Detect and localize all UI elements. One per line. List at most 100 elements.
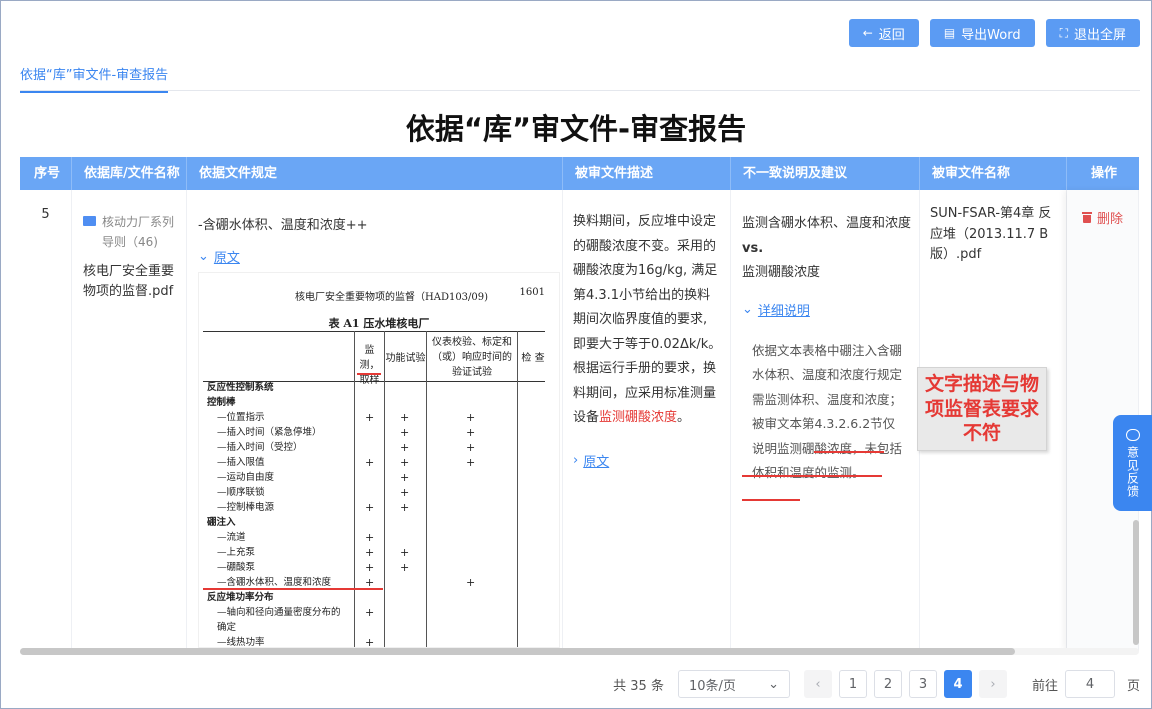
cell-rule: -含硼水体积、温度和浓度++ ⌄ 原文 核电厂安全重要物项的监督（HAD103/… xyxy=(187,190,563,651)
scan-col-function: 功能试验 xyxy=(385,353,426,364)
cell-index: 5 xyxy=(20,190,72,651)
plus-mark: + xyxy=(466,576,476,589)
feedback-label: 意见反馈 xyxy=(1125,446,1140,498)
plus-mark: + xyxy=(400,441,410,454)
scrollbar-thumb[interactable] xyxy=(1133,520,1139,645)
plus-mark: + xyxy=(466,426,476,439)
plus-mark: + xyxy=(365,456,375,469)
horizontal-scrollbar[interactable] xyxy=(20,648,1139,655)
chevron-down-icon: ⌄ xyxy=(742,301,753,317)
chat-icon xyxy=(1125,429,1140,441)
cell-description: 换料期间，反应堆中设定的硼酸浓度不变。采用的硼酸浓度为16g/kg, 满足第4.… xyxy=(563,190,731,651)
plus-mark: + xyxy=(400,546,410,559)
page-button[interactable]: 1 xyxy=(838,670,867,698)
scan-row: —插入时间（受控） xyxy=(217,442,303,453)
page-size-select[interactable]: 10条/页 ⌄ xyxy=(677,670,790,698)
folder-icon xyxy=(83,216,96,226)
scan-row: —硼酸泵 xyxy=(217,562,256,573)
scan-col-monitor: 监测， 取样 xyxy=(359,345,380,386)
library-folder[interactable]: 核动力厂系列导则（46) xyxy=(83,212,176,252)
header-library: 依据库/文件名称 xyxy=(72,157,187,190)
scan-row: 硼注入 xyxy=(207,517,236,528)
detail-highlight xyxy=(742,498,800,501)
scrollbar-thumb[interactable] xyxy=(20,648,1015,655)
rule-original-toggle[interactable]: ⌄ 原文 xyxy=(198,247,552,266)
annotation-callout: 文字描述与物项监督表要求不符 xyxy=(917,367,1047,451)
header-index: 序号 xyxy=(20,157,72,190)
back-label: 返回 xyxy=(878,27,905,43)
plus-mark: + xyxy=(466,441,476,454)
delete-label: 删除 xyxy=(1097,212,1124,227)
detail-explanation: 依据文本表格中硼注入含硼水体积、温度和浓度行规定需监测体积、温度和浓度；被审文本… xyxy=(742,328,912,501)
chevron-down-icon: ⌄ xyxy=(768,676,779,692)
page-jump-input[interactable]: 4 xyxy=(1064,670,1115,698)
page-button[interactable]: 2 xyxy=(873,670,902,698)
arrow-left-icon: ← xyxy=(862,26,873,40)
pagination: 共 35 条 10条/页 ⌄ ‹ 1 2 3 4 › 前往 4 页 xyxy=(613,670,1140,698)
chevron-right-icon: › xyxy=(573,452,579,468)
header-inconsistency: 不一致说明及建议 xyxy=(731,157,920,190)
description-toggle-label: 原文 xyxy=(583,454,610,470)
plus-mark: + xyxy=(365,411,375,424)
scan-row: —插入限值 xyxy=(217,457,265,468)
exit-fullscreen-button[interactable]: ⛶ 退出全屏 xyxy=(1045,19,1140,47)
suggestion-vs: vs. xyxy=(742,240,764,256)
feedback-button[interactable]: 意见反馈 xyxy=(1113,415,1152,511)
export-word-button[interactable]: ▤ 导出Word xyxy=(929,19,1035,47)
plus-mark: + xyxy=(466,456,476,469)
plus-mark: + xyxy=(400,411,410,424)
scan-row: 反应性控制系统 xyxy=(207,382,274,393)
cell-inconsistency: 监测含硼水体积、温度和浓度 vs. 监测硼酸浓度 ⌄ 详细说明 依据文本表格中硼… xyxy=(731,190,920,651)
plus-mark: + xyxy=(400,501,410,514)
detail-highlight xyxy=(814,450,884,453)
jump-suffix: 页 xyxy=(1126,678,1140,694)
description-highlight: 监测硼酸浓度 xyxy=(599,410,678,425)
reviewed-document-name: SUN-FSAR-第4章 反应堆（2013.11.7 B版）.pdf xyxy=(930,206,1052,262)
scan-rule xyxy=(517,331,518,647)
suggestion-line-2: 监测硼酸浓度 xyxy=(742,265,821,280)
fullscreen-exit-icon: ⛶ xyxy=(1059,25,1068,40)
row-index: 5 xyxy=(41,207,50,222)
description-original-toggle[interactable]: › 原文 xyxy=(573,451,722,470)
original-document-scan: 核电厂安全重要物项的监督（HAD103/09) 1601 表 A1 压水堆核电厂… xyxy=(198,272,560,648)
jump-label: 前往 xyxy=(1031,678,1058,694)
chevron-down-icon: ⌄ xyxy=(198,249,209,264)
delete-button[interactable]: 删除 xyxy=(1082,208,1138,227)
document-icon: ▤ xyxy=(943,26,956,40)
detail-toggle[interactable]: ⌄ 详细说明 xyxy=(742,300,911,319)
exit-fullscreen-label: 退出全屏 xyxy=(1073,27,1126,43)
scan-highlight xyxy=(357,373,381,375)
scan-rule xyxy=(203,331,545,332)
description-body: 换料期间，反应堆中设定的硼酸浓度不变。采用的硼酸浓度为16g/kg, 满足第4.… xyxy=(573,214,722,425)
pagination-total: 共 35 条 xyxy=(613,678,664,694)
plus-mark: + xyxy=(400,561,410,574)
header-rule: 依据文件规定 xyxy=(187,157,563,190)
rule-text: -含硼水体积、温度和浓度++ xyxy=(198,218,368,233)
scan-row: —上充泵 xyxy=(217,547,256,558)
prev-page-button[interactable]: ‹ xyxy=(803,670,832,698)
page-button[interactable]: 3 xyxy=(908,670,937,698)
cell-library: 核动力厂系列导则（46) 核电厂安全重要物项的监督.pdf xyxy=(72,190,187,651)
back-button[interactable]: ← 返回 xyxy=(848,19,919,47)
scan-row: 控制棒 xyxy=(207,397,236,408)
page-button-current[interactable]: 4 xyxy=(943,670,972,698)
plus-mark: + xyxy=(466,411,476,424)
scan-col-calibration: 仪表校验、标定和 （或）响应时间的 验证试验 xyxy=(432,337,512,378)
scan-row: —线热功率 xyxy=(217,637,265,648)
plus-mark: + xyxy=(365,576,375,589)
tab-report[interactable]: 依据“库”审文件-审查报告 xyxy=(20,64,169,93)
plus-mark: + xyxy=(400,426,410,439)
suggestion-line-1: 监测含硼水体积、温度和浓度 xyxy=(742,216,912,231)
scan-header: 核电厂安全重要物项的监督（HAD103/09) xyxy=(295,292,489,303)
plus-mark: + xyxy=(365,546,375,559)
description-text: 换料期间，反应堆中设定的硼酸浓度不变。采用的硼酸浓度为16g/kg, 满足第4.… xyxy=(573,210,722,431)
next-page-button[interactable]: › xyxy=(978,670,1007,698)
plus-mark: + xyxy=(365,501,375,514)
detail-highlight xyxy=(742,474,882,477)
rule-toggle-label: 原文 xyxy=(213,251,240,266)
scan-page-number: 1601 xyxy=(519,287,545,298)
scan-row: 确定 xyxy=(217,622,237,633)
scan-row: —插入时间（紧急停堆） xyxy=(217,427,322,438)
toolbar: ← 返回 ▤ 导出Word ⛶ 退出全屏 xyxy=(848,19,1140,47)
description-end: 。 xyxy=(677,410,691,425)
